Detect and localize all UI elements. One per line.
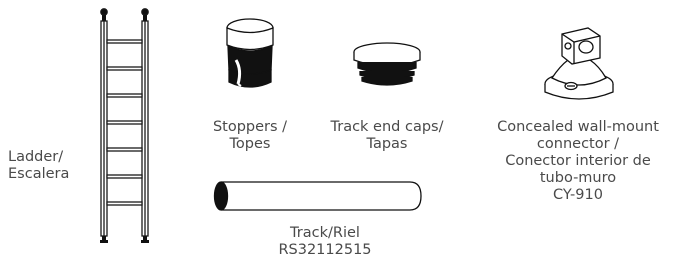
connector-label-line3: Conector interior de	[505, 153, 651, 169]
connector-label-line4: tubo-muro	[539, 170, 617, 186]
ladder-label-line1: Ladder/	[8, 149, 64, 165]
connector-label-line1: Concealed wall-mount	[497, 119, 659, 135]
track-label: Track/Riel RS32112515	[260, 225, 390, 259]
ladder-label: Ladder/ Escalera	[8, 149, 69, 183]
end-caps-label: Track end caps/ Tapas	[314, 119, 460, 153]
ladder-icon	[100, 8, 149, 243]
stopper-icon	[226, 18, 274, 88]
end-caps-label-line2: Tapas	[366, 136, 408, 152]
ladder-label-line2: Escalera	[8, 166, 70, 182]
stoppers-label-line2: Topes	[229, 136, 271, 152]
connector-label-line5: CY-910	[553, 187, 603, 203]
wall-connector-icon	[544, 27, 614, 100]
track-tube-icon	[213, 181, 422, 211]
track-label-line2: RS32112515	[278, 242, 372, 258]
stoppers-label: Stoppers / Topes	[196, 119, 304, 153]
connector-label-line2: connector /	[536, 136, 620, 152]
connector-label: Concealed wall-mount connector / Conecto…	[478, 119, 678, 204]
end-cap-icon	[353, 42, 421, 86]
stoppers-label-line1: Stoppers /	[212, 119, 288, 135]
track-label-line1: Track/Riel	[290, 225, 360, 241]
end-caps-label-line1: Track end caps/	[330, 119, 444, 135]
